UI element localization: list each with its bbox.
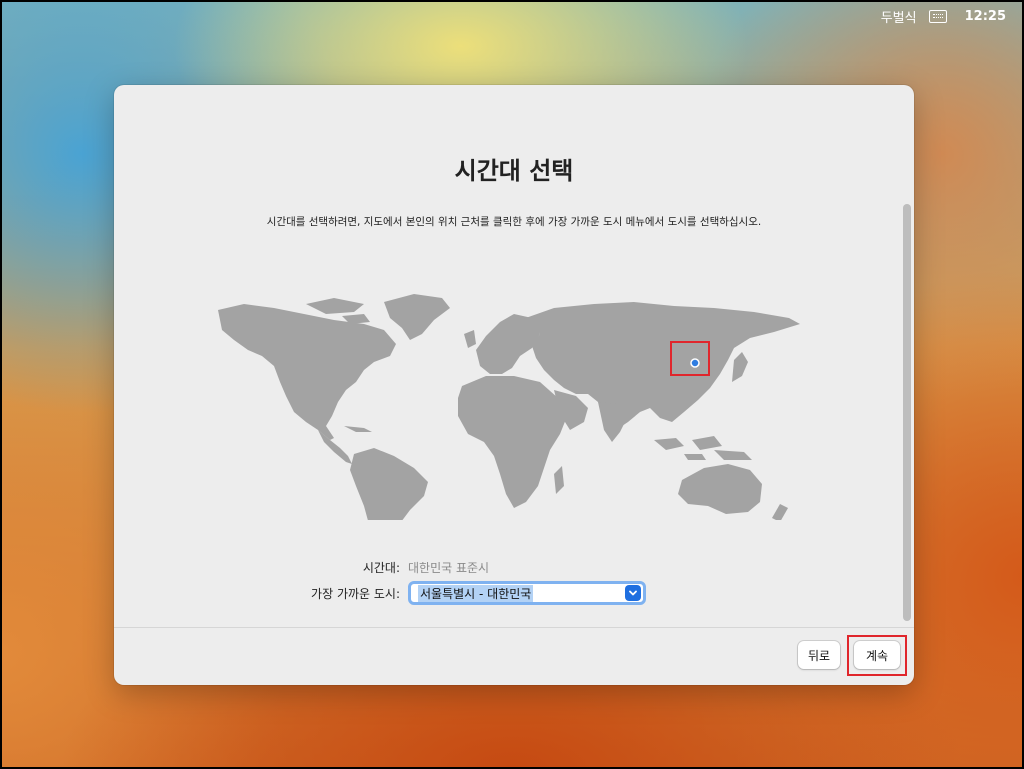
scrollbar-thumb[interactable] bbox=[903, 204, 911, 621]
chevron-down-icon[interactable] bbox=[625, 585, 641, 601]
page-title: 시간대 선택 bbox=[454, 157, 574, 185]
australia bbox=[678, 464, 762, 514]
north-america bbox=[218, 304, 396, 440]
central-america bbox=[318, 430, 352, 464]
setup-window: 시간대 선택 시간대를 선택하려면, 지도에서 본인의 위치 근처를 클릭한 후… bbox=[114, 85, 914, 685]
back-button[interactable]: 뒤로 bbox=[798, 641, 840, 669]
uk bbox=[464, 330, 476, 348]
new-zealand bbox=[772, 504, 788, 520]
closest-city-select[interactable]: 서울특별시 - 대한민국 bbox=[408, 581, 646, 605]
greenland bbox=[384, 294, 450, 340]
footer-divider bbox=[114, 627, 914, 628]
africa bbox=[458, 376, 568, 508]
europe bbox=[476, 314, 540, 374]
scrollbar[interactable] bbox=[902, 200, 912, 625]
southeast-asia-islands bbox=[654, 436, 752, 460]
continue-button-highlight bbox=[847, 635, 907, 676]
input-source-label[interactable]: 두벌식 bbox=[881, 7, 917, 26]
timezone-label: 시간대: bbox=[362, 561, 400, 575]
instructions-text: 시간대를 선택하려면, 지도에서 본인의 위치 근처를 클릭한 후에 가장 가까… bbox=[266, 216, 762, 228]
timezone-row: 시간대: 대한민국 표준시 bbox=[220, 559, 489, 576]
timezone-value: 대한민국 표준시 bbox=[408, 561, 490, 575]
menu-bar: 두벌식 12:25 bbox=[881, 6, 1006, 26]
closest-city-value: 서울특별시 - 대한민국 bbox=[418, 584, 534, 602]
selected-region-highlight bbox=[670, 341, 710, 376]
clock[interactable]: 12:25 bbox=[965, 9, 1006, 24]
japan bbox=[732, 352, 748, 382]
land-masses bbox=[218, 294, 800, 520]
city-label: 가장 가까운 도시: bbox=[311, 586, 400, 601]
city-row: 가장 가까운 도시: 서울특별시 - 대한민국 bbox=[220, 581, 646, 605]
madagascar bbox=[554, 466, 564, 494]
south-america bbox=[350, 448, 428, 520]
keyboard-icon[interactable] bbox=[928, 9, 947, 23]
world-map[interactable] bbox=[214, 290, 804, 520]
caribbean bbox=[344, 426, 372, 432]
